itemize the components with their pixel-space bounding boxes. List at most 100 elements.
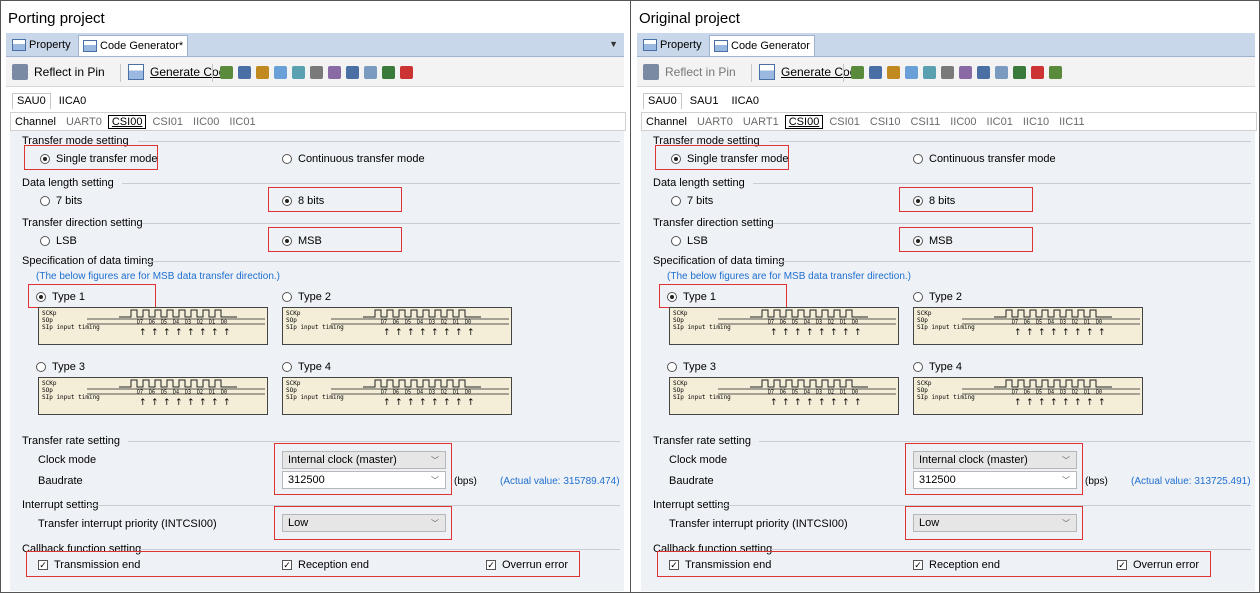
channel-tab[interactable]: IIC00 (946, 116, 980, 128)
reflect-in-pin-label: Reflect in Pin (665, 65, 736, 79)
settings-icon[interactable] (977, 66, 990, 79)
pin-icon[interactable] (851, 66, 864, 79)
chart-icon[interactable] (292, 66, 305, 79)
bit-label: D7 (381, 390, 387, 396)
bit-label: D3 (429, 390, 435, 396)
clock-icon[interactable] (941, 66, 954, 79)
type2-radio[interactable]: Type 2 (282, 291, 331, 303)
port-icon[interactable] (905, 66, 918, 79)
tab-code-generator[interactable]: Code Generator (709, 35, 815, 56)
reflect-in-pin-button[interactable]: Reflect in Pin (12, 63, 105, 81)
bit-label: D6 (780, 320, 786, 326)
channel-tab[interactable]: CSI00 (107, 114, 147, 129)
memory-icon[interactable] (887, 66, 900, 79)
link-icon[interactable] (328, 66, 341, 79)
tab-code-generator[interactable]: Code Generator* (78, 35, 189, 56)
stop-icon[interactable] (400, 66, 413, 79)
channel-tab[interactable]: CSI10 (866, 116, 905, 128)
channel-tab[interactable]: IIC01 (983, 116, 1017, 128)
bit-label: D7 (768, 390, 774, 396)
type4-radio[interactable]: Type 4 (913, 361, 962, 373)
bit-label: D6 (393, 320, 399, 326)
channel-tab[interactable]: IIC00 (189, 116, 223, 128)
continuous-transfer-radio[interactable]: Continuous transfer mode (913, 153, 1056, 165)
arrow-up-icon: ↑ (223, 328, 231, 338)
bit-label: D5 (161, 390, 167, 396)
radio-label: Type 3 (52, 361, 86, 373)
memory-icon[interactable] (256, 66, 269, 79)
timing-diagram-type3: SCKp SOp SIp input timing D7 ↑ D6 ↑ D5 ↑ D4 ↑ D3 ↑ D2… (669, 377, 899, 415)
sck-wave (750, 309, 868, 318)
unit-tab[interactable]: SAU1 (685, 93, 724, 109)
seven-bits-radio[interactable]: 7 bits (40, 195, 82, 207)
unit-tab[interactable]: IICA0 (54, 93, 92, 109)
radio-label: LSB (687, 235, 708, 247)
section-title: Transfer direction setting (22, 217, 143, 229)
timing-diagram-type2: SCKp SOp SIp input timing D7 ↑ D6 ↑ D5 ↑ D4 ↑ D3 ↑ D2… (282, 307, 512, 345)
section-title: Transfer direction setting (653, 217, 774, 229)
type2-radio[interactable]: Type 2 (913, 291, 962, 303)
port-icon[interactable] (274, 66, 287, 79)
chart-icon[interactable] (923, 66, 936, 79)
channel-tab[interactable]: IIC11 (1055, 116, 1088, 128)
timing-diagram-type4: SCKp SOp SIp input timing D7 ↑ D6 ↑ D5 ↑ D4 ↑ D3 ↑ D2… (282, 377, 512, 415)
type4-radio[interactable]: Type 4 (282, 361, 331, 373)
pin-icon[interactable] (1049, 66, 1062, 79)
arrow-up-icon: ↑ (455, 328, 463, 338)
sck-wave (994, 309, 1112, 318)
clock-icon[interactable] (310, 66, 323, 79)
highlight-box (28, 284, 156, 308)
generate-code-icon (759, 64, 775, 80)
radio-unselected-icon (36, 362, 46, 372)
channel-tab[interactable]: CSI00 (784, 114, 824, 129)
type3-radio[interactable]: Type 3 (667, 361, 716, 373)
lsb-radio[interactable]: LSB (40, 235, 77, 247)
channel-tab[interactable]: IIC10 (1019, 116, 1053, 128)
register-icon[interactable] (869, 66, 882, 79)
channel-tab[interactable]: CSI01 (148, 116, 187, 128)
arrow-up-icon: ↑ (1086, 328, 1094, 338)
reflect-in-pin-button[interactable]: Reflect in Pin (643, 63, 736, 81)
continuous-transfer-radio[interactable]: Continuous transfer mode (282, 153, 425, 165)
unit-tab[interactable]: SAU0 (643, 93, 682, 109)
tab-property[interactable]: Property (639, 35, 706, 55)
section-title: Data length setting (22, 177, 114, 189)
lsb-radio[interactable]: LSB (671, 235, 708, 247)
stop-icon[interactable] (1031, 66, 1044, 79)
link-icon[interactable] (959, 66, 972, 79)
pin-icon[interactable] (220, 66, 233, 79)
seven-bits-radio[interactable]: 7 bits (671, 195, 713, 207)
tab-property[interactable]: Property (8, 35, 75, 55)
channel-tab[interactable]: IIC01 (225, 116, 259, 128)
radio-unselected-icon (282, 154, 292, 164)
settings-content: Transfer mode setting Single transfer mod… (10, 131, 624, 591)
channel-tab[interactable]: UART0 (693, 116, 737, 128)
generate-code-button[interactable]: Generate Code (128, 63, 232, 81)
audio-icon[interactable] (364, 66, 377, 79)
toolbar-separator (751, 64, 752, 82)
module-icon[interactable] (382, 66, 395, 79)
bit-label: D2 (197, 390, 203, 396)
bit-label: D1 (1084, 320, 1090, 326)
timing-note: (The below figures are for MSB data tran… (667, 271, 911, 282)
channel-tab[interactable]: UART0 (62, 116, 106, 128)
unit-tab[interactable]: IICA0 (727, 93, 765, 109)
bit-label: D3 (816, 320, 822, 326)
channel-tab[interactable]: CSI11 (906, 116, 944, 128)
generate-code-button[interactable]: Generate Code (759, 63, 863, 81)
section-divider (759, 441, 1251, 442)
unit-tab[interactable]: SAU0 (12, 93, 51, 109)
section-divider (146, 261, 620, 262)
actual-baudrate-value: (Actual value: 313725.491) (1131, 476, 1251, 487)
radio-label: Type 2 (929, 291, 963, 303)
register-icon[interactable] (238, 66, 251, 79)
audio-icon[interactable] (995, 66, 1008, 79)
arrow-up-icon: ↑ (1050, 328, 1058, 338)
channel-tab[interactable]: CSI01 (825, 116, 864, 128)
channel-tab[interactable]: UART1 (739, 116, 783, 128)
arrow-up-icon: ↑ (770, 398, 778, 408)
settings-icon[interactable] (346, 66, 359, 79)
type3-radio[interactable]: Type 3 (36, 361, 85, 373)
tab-dropdown-icon[interactable]: ▼ (609, 39, 618, 49)
module-icon[interactable] (1013, 66, 1026, 79)
